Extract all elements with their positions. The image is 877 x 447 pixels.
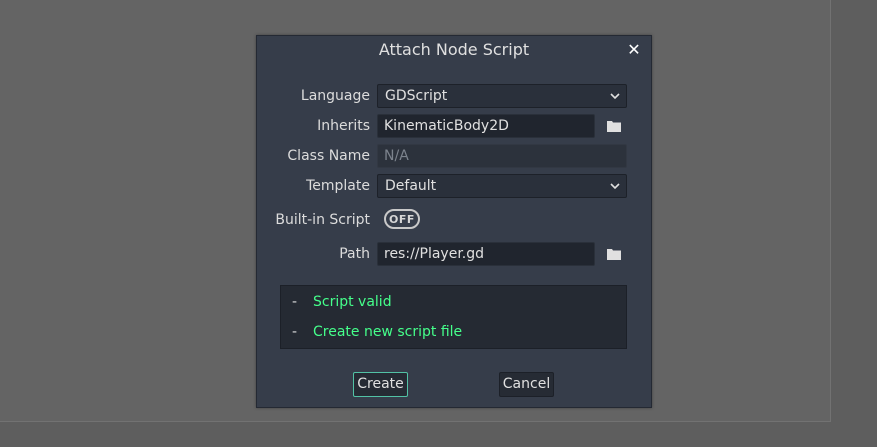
builtin-script-label: Built-in Script [275,212,370,228]
path-row: Path res://Player.gd [257,242,651,266]
language-label: Language [300,88,370,104]
inherits-browse-button[interactable] [603,114,625,138]
status-text: Create new script file [313,324,463,340]
create-button[interactable]: Create [353,372,408,397]
class-name-input[interactable]: N/A [377,144,627,168]
status-bullet: - [292,324,298,340]
cancel-button[interactable]: Cancel [499,372,554,397]
inherits-label: Inherits [317,118,370,134]
template-select-value: Default [385,178,437,194]
path-browse-button[interactable] [603,242,625,266]
language-row: Language GDScript [257,84,651,108]
folder-icon [607,121,621,132]
language-select-value: GDScript [385,88,448,104]
inherits-row: Inherits KinematicBody2D [257,114,651,138]
chevron-down-icon [610,93,620,100]
inherits-input[interactable]: KinematicBody2D [377,114,595,138]
status-line: - Script valid [281,292,626,312]
chevron-down-icon [610,183,620,190]
folder-icon [607,249,621,260]
status-panel: - Script valid - Create new script file [280,285,627,349]
class-name-label: Class Name [287,148,370,164]
builtin-script-toggle[interactable]: OFF [384,209,420,229]
template-select[interactable]: Default [377,174,627,198]
path-label: Path [339,246,370,262]
class-name-row: Class Name N/A [257,144,651,168]
status-text: Script valid [313,294,392,310]
builtin-script-row: Built-in Script OFF [257,208,651,232]
close-icon[interactable]: ✕ [625,39,643,59]
path-input[interactable]: res://Player.gd [377,242,595,266]
language-select[interactable]: GDScript [377,84,627,108]
dialog-title: Attach Node Script [378,40,530,59]
status-bullet: - [292,294,298,310]
attach-node-script-dialog: Attach Node Script ✕ Language GDScript I… [256,35,652,408]
template-row: Template Default [257,174,651,198]
template-label: Template [306,178,370,194]
status-line: - Create new script file [281,322,626,342]
